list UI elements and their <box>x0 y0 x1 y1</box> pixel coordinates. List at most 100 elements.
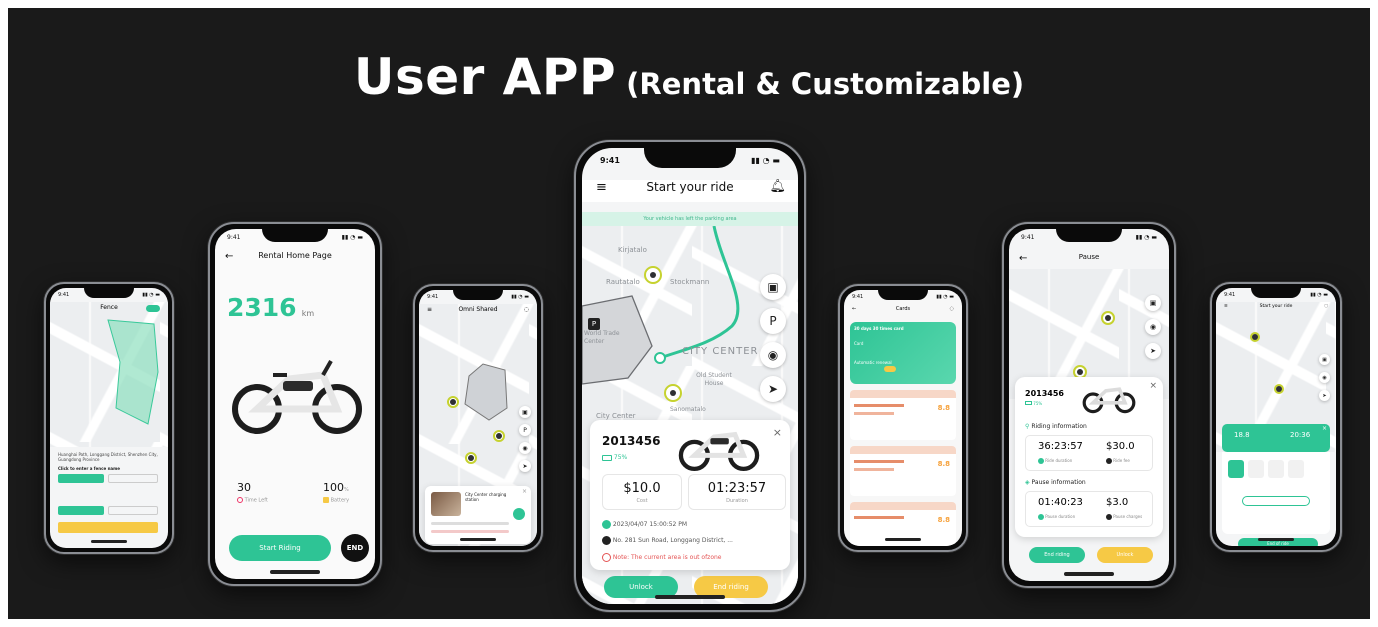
ride-info-card: 2013456 75% × $10.0 Cost 01:23:57 Durati… <box>590 420 790 570</box>
screen-start-ride: 9:41 ▮▮ ◔ ▬ ≡ Start your ride 🔔︎ Your ve… <box>582 148 798 604</box>
navigate-icon[interactable]: ➤ <box>1145 343 1161 359</box>
pause-fee-label: Pause charges <box>1106 514 1142 520</box>
ride-fee-value: $30.0 <box>1106 441 1135 452</box>
signal-icon: ▮▮ ◔ ▬ <box>1310 292 1328 298</box>
option-pill[interactable] <box>1242 496 1310 506</box>
unlock-button[interactable]: Unlock <box>1097 547 1153 563</box>
odometer: 2316 km <box>227 293 314 322</box>
vehicle-pin[interactable] <box>1101 311 1115 325</box>
end-riding-button[interactable]: End riding <box>1029 547 1085 563</box>
fence-tag-button[interactable] <box>146 305 160 312</box>
fence-action-button-2[interactable] <box>108 474 158 483</box>
signal-icon: ▮▮ ◔ ▬ <box>936 294 954 300</box>
membership-card[interactable]: 30 days 30 times card Card Automatic ren… <box>850 322 956 384</box>
cards-header: ← Cards ◌ <box>844 306 962 318</box>
locate-icon[interactable]: ◉ <box>760 342 786 368</box>
rental-title: Rental Home Page <box>258 251 332 260</box>
vehicle-pin[interactable] <box>664 384 682 402</box>
card-close-icon[interactable]: × <box>773 426 782 439</box>
status-time: 9:41 <box>1021 233 1035 241</box>
pause-duration-value: 01:40:23 <box>1038 497 1083 508</box>
parking-icon[interactable]: P <box>519 424 531 436</box>
card-close-icon[interactable]: × <box>1149 381 1157 391</box>
address-row: No. 281 Sun Road, Longgang District, ... <box>602 536 733 545</box>
bell-icon[interactable]: 🔔︎ <box>769 179 786 194</box>
fence-address: Huanghai Path, Longgang District, Shenzh… <box>58 452 162 462</box>
menu-icon[interactable]: ≡ <box>427 306 432 313</box>
option-tile[interactable] <box>1228 460 1244 478</box>
end-button[interactable]: END <box>341 534 369 562</box>
distance-value: 18.8 <box>1234 431 1250 439</box>
coin-icon <box>1106 514 1112 520</box>
option-tile[interactable] <box>1248 460 1264 478</box>
vehicle-pin[interactable] <box>493 430 505 442</box>
option-tile[interactable] <box>1268 460 1284 478</box>
fence-action-button-4[interactable] <box>108 506 158 515</box>
vehicle-pin[interactable] <box>447 396 459 408</box>
locate-icon[interactable]: ◉ <box>1145 319 1161 335</box>
membership-renewal: Automatic renewal <box>854 360 892 365</box>
pause-header: ← Pause <box>1009 253 1169 267</box>
bike-small-icon: ⚲ <box>1025 423 1030 430</box>
scan-icon[interactable]: ▣ <box>519 406 531 418</box>
bell-icon[interactable]: ◌ <box>524 306 529 313</box>
odometer-value: 2316 <box>227 293 297 322</box>
vehicle-pin[interactable] <box>465 452 477 464</box>
parking-area-polygon <box>464 363 508 421</box>
back-arrow-icon[interactable]: ← <box>852 306 856 312</box>
card-offer-item[interactable]: 8.8 <box>850 446 956 496</box>
scan-icon[interactable]: ▣ <box>760 274 786 300</box>
bell-icon[interactable]: ◌ <box>1324 304 1328 309</box>
scan-icon[interactable]: ▣ <box>1145 295 1161 311</box>
pause-battery: 75% <box>1025 401 1042 406</box>
ride-duration-value: 36:23:57 <box>1038 441 1083 452</box>
navigate-icon[interactable]: ➤ <box>519 460 531 472</box>
menu-icon[interactable]: ≡ <box>596 180 607 195</box>
location-icon <box>602 536 611 545</box>
station-title: City Center charging station <box>465 492 507 502</box>
signal-icon: ▮▮ ◔ ▬ <box>341 233 363 241</box>
locate-icon[interactable]: ◉ <box>1319 372 1330 383</box>
battery-value: 100 <box>323 481 344 494</box>
vehicle-pin[interactable] <box>1250 332 1260 342</box>
signal-icon: ▮▮ ◔ ▬ <box>142 292 160 298</box>
vehicle-id: 2013456 <box>602 434 661 448</box>
fence-action-button-1[interactable] <box>58 474 104 483</box>
station-card[interactable]: City Center charging station × <box>425 486 531 544</box>
start-riding-button[interactable]: Start Riding <box>229 535 331 561</box>
pause-fee-value: $3.0 <box>1106 497 1129 508</box>
pause-info-heading: ◈ Pause information <box>1025 479 1086 486</box>
locate-icon[interactable]: ◉ <box>519 442 531 454</box>
vehicle-pin[interactable] <box>1274 384 1284 394</box>
back-arrow-icon[interactable]: ← <box>1019 253 1027 264</box>
parking-icon[interactable]: P <box>760 308 786 334</box>
fence-save-button[interactable] <box>58 522 158 533</box>
option-tile[interactable] <box>1288 460 1304 478</box>
membership-type: Card <box>854 341 864 346</box>
menu-icon[interactable]: ≡ <box>1224 304 1228 309</box>
fence-map <box>50 302 168 447</box>
offer-price: 8.8 <box>937 404 950 412</box>
status-time: 9:41 <box>427 294 439 300</box>
map-label: Rautatalo <box>606 278 640 286</box>
duration-block: 01:23:57 Duration <box>688 474 786 510</box>
map-label: City Center <box>596 412 636 420</box>
battery-icon <box>602 454 612 461</box>
renewal-toggle[interactable] <box>884 366 896 372</box>
cost-value: $10.0 <box>623 481 661 496</box>
back-arrow-icon[interactable]: ← <box>225 251 233 262</box>
vehicle-pin[interactable] <box>644 266 662 284</box>
card-offer-item[interactable]: 8.8 <box>850 390 956 440</box>
navigate-icon[interactable]: ➤ <box>1319 390 1330 401</box>
phone-start-ride: 9:41 ▮▮ ◔ ▬ ≡ Start your ride 🔔︎ Your ve… <box>574 140 806 612</box>
stats-close-icon[interactable]: × <box>1322 425 1327 432</box>
fence-action-button-3[interactable] <box>58 506 104 515</box>
navigate-icon[interactable]: ➤ <box>760 376 786 402</box>
gear-icon[interactable]: ◌ <box>950 306 954 312</box>
screen-fence: 9:41 ▮▮ ◔ ▬ Fence Huanghai Path, Longgan… <box>50 288 168 548</box>
station-close-icon[interactable]: × <box>522 488 527 495</box>
scan-icon[interactable]: ▣ <box>1319 354 1330 365</box>
pause-info-box: 01:40:23 Pause duration $3.0 Pause charg… <box>1025 491 1153 527</box>
signal-icon: ▮▮ ◔ ▬ <box>751 155 780 165</box>
station-go-button[interactable] <box>513 508 525 520</box>
